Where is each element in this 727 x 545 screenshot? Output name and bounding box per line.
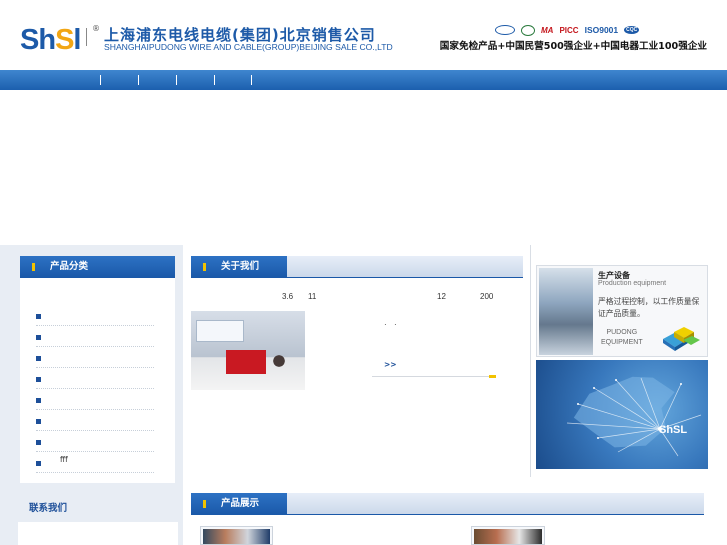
contact-us-title: 联系我们 — [29, 503, 68, 514]
iso9001-certification: ISO9001 — [584, 25, 619, 35]
equipment-subtitle: Production equipment — [598, 280, 667, 287]
cable-product-image — [203, 529, 270, 544]
logo-divider — [86, 28, 90, 46]
cqc-certification: CQC — [624, 26, 640, 34]
logo-highlight: S — [55, 24, 74, 56]
factory-equipment-image — [539, 268, 593, 355]
about-number: 200 — [480, 292, 494, 301]
category-item[interactable] — [36, 305, 154, 326]
category-item[interactable] — [36, 431, 154, 452]
nav-separator — [251, 75, 252, 85]
about-number: 3.6 — [282, 292, 294, 301]
about-separator: · — [394, 320, 397, 329]
about-number: 11 — [308, 292, 317, 301]
reception-desk — [226, 350, 266, 374]
ccc-certification-icon — [521, 24, 535, 36]
nav-separator — [214, 75, 215, 85]
equipment-brand-line-1: PUDONG — [606, 329, 638, 336]
bullet-icon — [36, 335, 41, 340]
shsl-logo[interactable]: ShSl — [20, 24, 81, 57]
bullet-icon — [36, 314, 41, 319]
certification-logos: MA PICC ISO9001 CQC — [495, 23, 640, 37]
ma-certification: MA — [541, 25, 554, 35]
about-us-header: 关于我们 — [191, 256, 287, 278]
about-number: 12 — [437, 292, 446, 301]
bullet-icon — [36, 377, 41, 382]
category-item[interactable]: fff — [36, 452, 154, 473]
category-item[interactable] — [36, 368, 154, 389]
category-item[interactable] — [36, 389, 154, 410]
hero-banner — [0, 90, 727, 245]
contact-panel — [18, 522, 178, 545]
bullet-icon — [36, 356, 41, 361]
about-divider — [372, 376, 496, 377]
nav-separator — [100, 75, 101, 85]
about-us-title: 关于我们 — [221, 261, 260, 272]
nav-separator — [176, 75, 177, 85]
bullet-icon — [36, 398, 41, 403]
picc-certification: PICC — [559, 25, 579, 35]
more-link[interactable]: >> — [384, 360, 397, 369]
product-card[interactable] — [200, 526, 273, 545]
about-header-tab — [287, 256, 523, 278]
product-category-header: 产品分类 — [20, 256, 175, 278]
bullet-icon — [36, 440, 41, 445]
logo-prefix: Sh — [20, 24, 56, 56]
cable-product-image — [474, 529, 542, 544]
site-header: ShSl ® 上海浦东电线电缆(集团)北京销售公司 SHANGHAIPUDONG… — [0, 0, 727, 70]
main-navigation-bar — [0, 70, 727, 90]
product-category-title: 产品分类 — [50, 261, 89, 272]
map-brand-logo: ShSL — [659, 424, 688, 436]
bullet-icon — [36, 461, 41, 466]
category-item[interactable] — [36, 326, 154, 347]
company-office-photo[interactable] — [191, 311, 305, 390]
product-card[interactable] — [471, 526, 545, 545]
bullet-icon — [36, 419, 41, 424]
quality-mark-icon — [495, 25, 515, 35]
product-category-list: fff — [20, 278, 175, 483]
equipment-description: 严格过程控制，以工作质量保证产品质量。 — [598, 297, 700, 318]
product-header-tab — [287, 493, 704, 515]
nav-separator — [138, 75, 139, 85]
office-sign-wall — [196, 320, 244, 342]
company-name-en: SHANGHAIPUDONG WIRE AND CABLE(GROUP)BEIJ… — [104, 42, 393, 52]
company-slogan: 国家免检产品+中国民营500强企业+中国电器工业100强企业 — [439, 41, 707, 52]
logo-suffix: l — [73, 24, 81, 56]
equipment-brand: PUDONG EQUIPMENT — [601, 328, 643, 348]
distribution-routes-icon — [566, 377, 702, 457]
about-separator: · — [384, 320, 387, 329]
registered-mark: ® — [92, 24, 100, 33]
category-item[interactable] — [36, 347, 154, 368]
about-divider-accent — [489, 375, 496, 378]
product-showcase-header: 产品展示 — [191, 493, 287, 515]
equipment-brand-line-2: EQUIPMENT — [601, 339, 643, 346]
production-equipment-card[interactable]: 生产设备 Production equipment 严格过程控制，以工作质量保证… — [536, 265, 708, 357]
distribution-network-map[interactable]: ShSL — [536, 360, 708, 469]
office-people — [269, 351, 289, 371]
category-item[interactable] — [36, 410, 154, 431]
colored-boxes-icon — [663, 327, 700, 351]
category-label: fff — [60, 455, 68, 464]
product-showcase-title: 产品展示 — [221, 498, 260, 509]
